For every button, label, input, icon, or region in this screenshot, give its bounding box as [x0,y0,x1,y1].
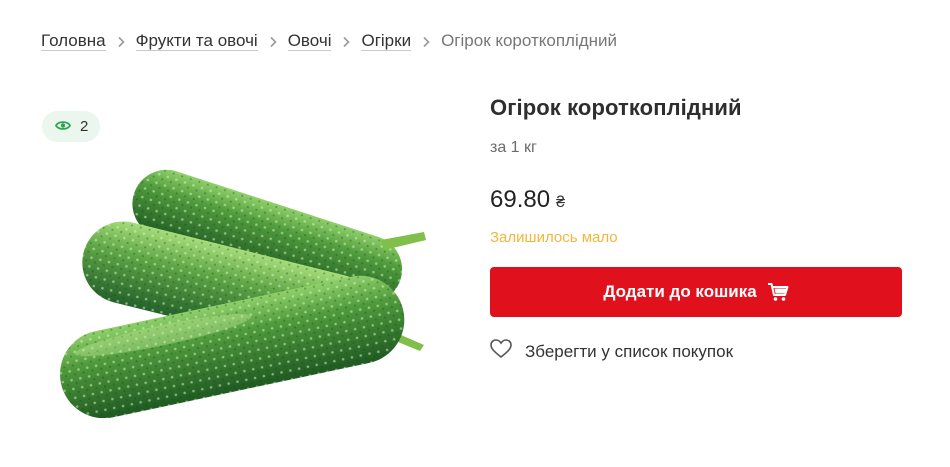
chevron-right-icon [258,33,288,49]
save-label: Зберегти у список покупок [525,341,734,361]
add-to-cart-button[interactable]: Додати до кошика [490,267,902,317]
breadcrumb-item-fruits-vegetables[interactable]: Фрукти та овочі [135,31,258,51]
stock-status: Залишилось мало [490,229,618,246]
chevron-right-icon [106,33,136,49]
add-to-cart-label: Додати до кошика [603,282,757,301]
chevron-right-icon [411,33,441,49]
chevron-right-icon [331,33,361,49]
breadcrumb-item-cucumbers[interactable]: Огірки [361,31,412,51]
views-badge: 2 [42,111,101,142]
eye-icon [54,118,72,135]
cart-icon [767,282,789,302]
breadcrumb-item-vegetables[interactable]: Овочі [287,31,332,51]
views-count: 2 [80,118,89,135]
product-title: Огірок короткоплідний [490,95,742,120]
product-price: 69.80 ₴ [490,186,565,214]
price-value: 69.80 [490,186,551,213]
breadcrumb: Головна Фрукти та овочі Овочі Огірки Огі… [41,31,617,51]
product-unit: за 1 кг [490,139,537,156]
product-image [46,160,446,419]
breadcrumb-item-home[interactable]: Головна [41,31,106,51]
heart-icon [490,339,512,364]
currency-symbol: ₴ [556,194,565,211]
breadcrumb-current: Огірок короткоплідний [441,31,618,50]
save-to-shopping-list-button[interactable]: Зберегти у список покупок [490,339,733,364]
